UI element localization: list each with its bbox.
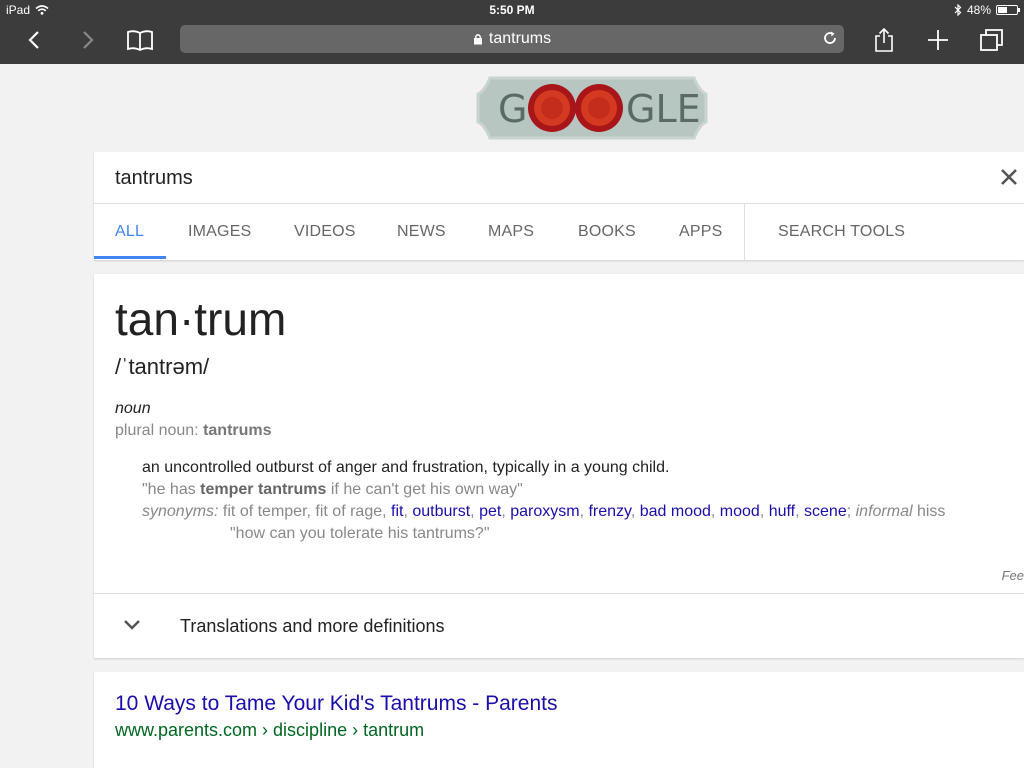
battery-icon [996,5,1020,15]
url-text: tantrums [488,30,552,47]
tab-apps[interactable]: APPS [679,223,723,241]
synonym-link[interactable]: frenzy [588,503,630,520]
status-right: 48% [954,3,1020,17]
definition-text: an uncontrolled outburst of anger and fr… [142,459,670,476]
search-input[interactable]: tantrums [115,167,193,190]
informal-value: hiss [916,503,946,520]
synonyms-label: synonyms: [142,503,219,520]
status-bar: iPad 5:50 PM 48% [0,0,1024,20]
plural-form: plural noun: tantrums [115,422,272,440]
example-pre: "he has [142,481,201,498]
chevron-left-icon [28,31,39,49]
new-tab-button[interactable] [924,26,952,54]
clear-search-icon[interactable] [998,166,1020,188]
synonym-link[interactable]: bad mood [640,503,711,520]
tab-maps[interactable]: MAPS [488,223,534,241]
tab-news[interactable]: NEWS [397,223,446,241]
logo-letters-gle: GLE [626,87,701,131]
example-bold: temper tantrums [200,481,327,498]
tab-all[interactable]: ALL [115,223,144,241]
headword: tan·trum [115,293,287,345]
synonym-example: "how can you tolerate his tantrums?" [230,525,490,542]
search-tabs: ALL IMAGES VIDEOS NEWS MAPS BOOKS APPS S… [94,204,1024,260]
bookmarks-button[interactable] [124,26,156,54]
more-definitions-row[interactable]: Translations and more definitions [94,593,1024,658]
forward-button[interactable] [74,26,102,54]
synonym-link[interactable]: paroxysm [510,503,579,520]
tabs-button[interactable] [978,26,1006,54]
doodle-image: G GLE [476,76,708,140]
google-doodle-logo[interactable]: G GLE [476,72,708,144]
synonym-link[interactable]: mood [720,503,760,520]
usage-example: "he has temper tantrums if he can't get … [142,481,523,499]
status-time: 5:50 PM [489,3,535,17]
battery-fill [998,7,1007,13]
dictionary-card: tan·trum /ˈtantrəm/ noun plural noun: ta… [94,274,1024,658]
back-button[interactable] [20,26,48,54]
battery-percent: 48% [966,3,991,17]
search-tools-button[interactable]: SEARCH TOOLS [778,223,905,241]
search-box-card: tantrums ALL IMAGES VIDEOS NEWS MAPS BOO… [94,152,1024,260]
plus-icon [928,30,948,50]
informal-label: informal [855,503,913,520]
synonym-link[interactable]: fit [391,503,403,520]
share-icon [875,27,893,52]
tabs-divider [744,204,745,260]
part-of-speech: noun [115,400,151,417]
synonym-link[interactable]: pet [479,503,501,520]
more-definitions-label: Translations and more definitions [180,616,445,636]
safari-toolbar: iPad 5:50 PM 48% tantrums [0,0,1024,64]
address-bar[interactable]: tantrums [180,25,844,53]
result-title-link[interactable]: 10 Ways to Tame Your Kid's Tantrums - Pa… [115,692,558,716]
feedback-link[interactable]: Fee [1002,568,1024,583]
chevron-right-icon [83,31,94,49]
plural-value: tantrums [203,422,272,439]
plural-label: plural noun: [115,422,199,439]
address-center: tantrums [180,30,844,48]
bluetooth-icon [954,4,962,16]
tab-videos[interactable]: VIDEOS [294,223,356,241]
book-icon [127,30,153,51]
lock-icon [473,34,482,45]
tabs-icon [980,29,1003,51]
example-post: if he can't get his own way" [326,481,523,498]
logo-letter-g: G [498,87,527,131]
phonetic: /ˈtantrəm/ [115,354,210,379]
chevron-down-icon [124,620,140,630]
synonyms-plain: fit of temper, fit of rage, [222,503,387,520]
reload-icon[interactable] [822,30,838,46]
synonym-link[interactable]: outburst [412,503,470,520]
share-button[interactable] [870,26,898,54]
tab-books[interactable]: BOOKS [578,223,636,241]
synonyms-line: synonyms: fit of temper, fit of rage, fi… [142,503,946,520]
synonym-link[interactable]: scene [804,503,847,520]
result-url: www.parents.com › discipline › tantrum [115,720,425,740]
search-result: 10 Ways to Tame Your Kid's Tantrums - Pa… [94,672,1024,768]
synonym-link[interactable]: huff [769,503,795,520]
active-tab-indicator [94,256,166,259]
tab-images[interactable]: IMAGES [188,223,251,241]
search-row[interactable]: tantrums [94,152,1024,204]
page-content: G GLE tantrums ALL IMAGES VIDEOS NEWS MA… [0,64,1024,768]
